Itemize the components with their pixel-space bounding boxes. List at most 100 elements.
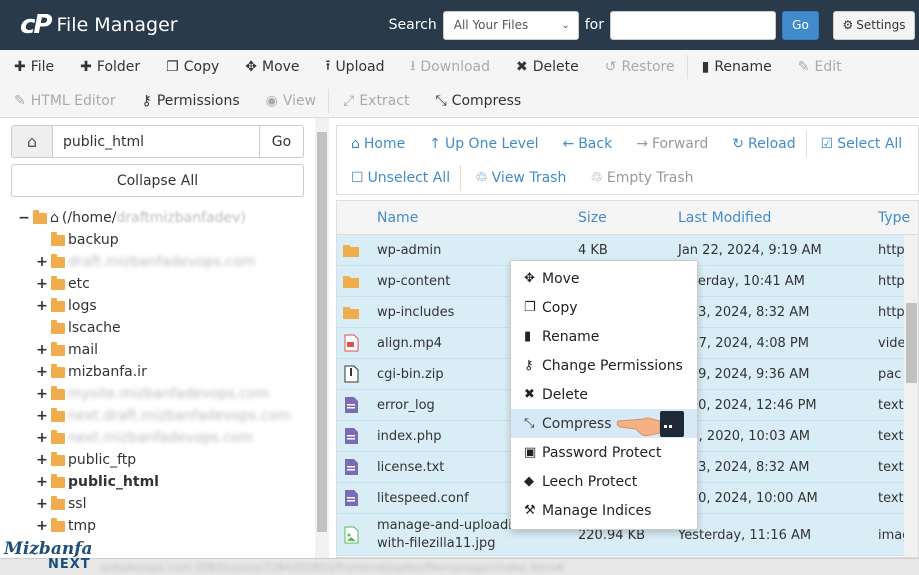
tree-item[interactable]: + public_html	[18, 471, 318, 493]
select-all-button[interactable]: ☑ Select All	[807, 136, 913, 152]
context-menu-rename[interactable]: ▮ Rename	[511, 322, 697, 351]
left-scrollbar[interactable]	[315, 118, 329, 558]
column-size[interactable]: Size	[578, 201, 607, 235]
tree-item[interactable]: + mysite.mizbanfadevops.com	[18, 383, 318, 405]
expand-toggle-icon[interactable]: +	[36, 496, 48, 512]
path-go-button[interactable]: Go	[259, 125, 304, 158]
tree-item[interactable]: + ssl	[18, 493, 318, 515]
expand-toggle-icon[interactable]: +	[36, 386, 48, 402]
column-name[interactable]: Name	[377, 201, 418, 235]
tree-item[interactable]: + public_ftp	[18, 449, 318, 471]
collapse-toggle-icon[interactable]: −	[18, 210, 30, 226]
home-button[interactable]: ⌂	[11, 125, 53, 158]
zip-file-icon	[342, 365, 360, 383]
permissions-button[interactable]: ⚷ Permissions	[128, 93, 252, 109]
file-type: http	[878, 274, 905, 289]
expand-toggle-icon[interactable]: +	[36, 276, 48, 292]
expand-toggle-icon[interactable]: +	[36, 430, 48, 446]
download-icon: ⭳	[410, 58, 416, 74]
up-one-level-button[interactable]: ↑ Up One Level	[415, 136, 548, 152]
tree-item-label: next.draft.mizbanfadevops.com	[68, 408, 291, 424]
column-last-modified[interactable]: Last Modified	[678, 201, 771, 235]
tree-item-label: logs	[68, 298, 97, 314]
tree-item[interactable]: + next.draft.mizbanfadevops.com	[18, 405, 318, 427]
image-file-icon	[342, 526, 360, 544]
unselect-all-button[interactable]: ☐ Unselect All	[337, 170, 460, 186]
search-scope-select[interactable]: All Your Files ⌄	[442, 10, 579, 40]
expand-toggle-icon[interactable]: +	[36, 452, 48, 468]
move-icon: ✥	[524, 271, 535, 286]
folder-icon	[342, 272, 360, 290]
tree-item-label: next.mizbanfadevops.com	[68, 430, 254, 446]
collapse-all-button[interactable]: Collapse All	[11, 164, 304, 197]
tree-item[interactable]: + mail	[18, 339, 318, 361]
context-menu-delete[interactable]: ✖ Delete	[511, 380, 697, 409]
expand-toggle-icon[interactable]: +	[36, 474, 48, 490]
key-icon: ⚷	[524, 358, 534, 373]
search-input[interactable]	[610, 10, 776, 40]
move-label: Move	[261, 59, 300, 75]
context-menu-password-protect[interactable]: ▣ Password Protect	[511, 438, 697, 467]
context-menu-move[interactable]: ✥ Move	[511, 264, 697, 293]
table-scrollbar-thumb[interactable]	[906, 303, 917, 383]
file-type: pac	[878, 367, 902, 382]
tree-item[interactable]: + tmp	[18, 515, 318, 537]
html-editor-button[interactable]: ✎ HTML Editor	[0, 93, 128, 109]
folder-icon	[51, 363, 65, 378]
file-button[interactable]: ✚ File	[0, 59, 66, 75]
tree-item[interactable]: lscache	[18, 317, 318, 339]
compress-button[interactable]: ⤡ Compress	[421, 93, 533, 109]
context-menu-change-permissions[interactable]: ⚷ Change Permissions	[511, 351, 697, 380]
view-trash-button[interactable]: ♲ View Trash	[461, 170, 576, 186]
navigation-bar: ⌂ Home ↑ Up One Level ← Back → Forward ↻ Reload ☑ S…	[336, 125, 919, 195]
move-button[interactable]: ✥ Move	[231, 59, 311, 75]
folder-button[interactable]: ✚ Folder	[66, 59, 152, 75]
extract-button[interactable]: ⤢ Extract	[329, 93, 421, 109]
upload-label: Upload	[335, 59, 385, 75]
context-menu-copy[interactable]: ❐ Copy	[511, 293, 697, 322]
tree-item[interactable]: + mizbanfa.ir	[18, 361, 318, 383]
expand-toggle-icon[interactable]: +	[36, 298, 48, 314]
expand-toggle-icon[interactable]: +	[36, 254, 48, 270]
folder-icon	[342, 303, 360, 321]
restore-button[interactable]: ↺ Restore	[591, 59, 687, 75]
context-menu-manage-indices[interactable]: ⚒ Manage Indices	[511, 496, 697, 525]
home-icon: ⌂	[26, 132, 38, 151]
search-go-button[interactable]: Go	[782, 10, 819, 40]
forward-button[interactable]: → Forward	[622, 136, 718, 152]
table-scrollbar[interactable]	[904, 235, 918, 557]
download-button[interactable]: ⭳ Download	[397, 55, 503, 79]
reload-button[interactable]: ↻ Reload	[718, 136, 805, 152]
settings-button[interactable]: ⚙ Settings	[833, 10, 915, 40]
back-button[interactable]: ← Back	[548, 136, 622, 152]
edit-button[interactable]: ✎ Edit	[784, 59, 854, 75]
expand-toggle-icon[interactable]: +	[36, 518, 48, 534]
tree-item[interactable]: + next.mizbanfadevops.com	[18, 427, 318, 449]
empty-trash-button[interactable]: ♲ Empty Trash	[576, 170, 703, 186]
tree-item[interactable]: − ⌂ (/home/draftmizbanfadev)	[18, 207, 318, 229]
context-menu-leech-protect[interactable]: ◆ Leech Protect	[511, 467, 697, 496]
for-label: for	[584, 17, 604, 33]
upload-button[interactable]: ⭱ Upload	[312, 55, 397, 79]
cpanel-logo-icon: cP	[20, 10, 53, 40]
tree-item[interactable]: + draft.mizbanfadevops.com	[18, 251, 318, 273]
left-scrollbar-thumb[interactable]	[317, 132, 327, 532]
expand-toggle-icon[interactable]: +	[36, 342, 48, 358]
tree-item[interactable]: backup	[18, 229, 318, 251]
tree-item[interactable]: + etc	[18, 273, 318, 295]
view-button[interactable]: ◉ View	[252, 93, 328, 109]
cpanel-logo[interactable]: cP File Manager	[20, 10, 178, 40]
column-type[interactable]: Type	[878, 201, 910, 235]
home-button[interactable]: ⌂ Home	[337, 136, 415, 152]
text-file-icon	[342, 458, 360, 476]
path-input[interactable]: public_html	[53, 125, 259, 158]
back-arrow-icon: ←	[562, 136, 575, 152]
rename-button[interactable]: ▮ Rename	[688, 59, 784, 75]
delete-button[interactable]: ✖ Delete	[502, 59, 591, 75]
file-type: text	[878, 398, 904, 413]
expand-toggle-icon[interactable]: +	[36, 364, 48, 380]
tree-item-label: draft.mizbanfadevops.com	[68, 254, 256, 270]
expand-toggle-icon[interactable]: +	[36, 408, 48, 424]
copy-button[interactable]: ❐ Copy	[152, 59, 231, 75]
tree-item[interactable]: + logs	[18, 295, 318, 317]
